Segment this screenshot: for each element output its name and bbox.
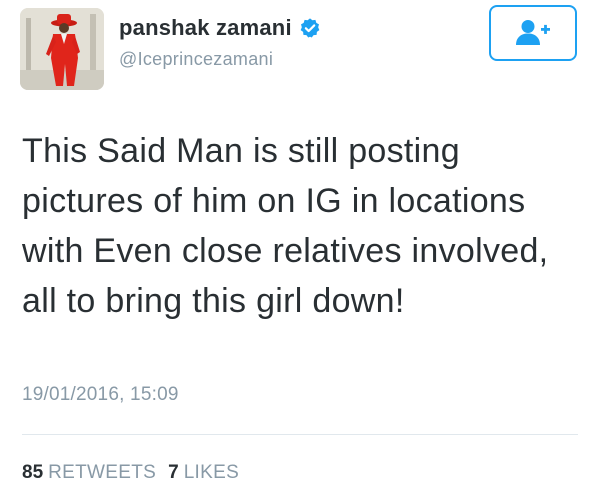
likes-count: 7 bbox=[168, 462, 179, 483]
likes-stat[interactable]: 7 LIKES bbox=[168, 462, 239, 484]
verified-badge-icon bbox=[299, 17, 321, 39]
retweets-label: RETWEETS bbox=[48, 462, 157, 483]
tweet-stats: 85 RETWEETS 7 LIKES bbox=[22, 462, 239, 484]
person-in-red-suit-avatar-icon bbox=[20, 8, 104, 90]
author-info: panshak zamani @Iceprincezamani bbox=[119, 14, 321, 70]
retweets-stat[interactable]: 85 RETWEETS bbox=[22, 462, 156, 484]
tweet-card: panshak zamani @Iceprincezamani This Sai… bbox=[0, 0, 600, 504]
follow-button[interactable] bbox=[489, 5, 577, 61]
tweet-timestamp[interactable]: 19/01/2016, 15:09 bbox=[22, 384, 179, 406]
likes-label: LIKES bbox=[183, 462, 240, 483]
display-name-row: panshak zamani bbox=[119, 14, 321, 42]
user-handle[interactable]: @Iceprincezamani bbox=[119, 49, 321, 70]
divider bbox=[22, 434, 578, 435]
tweet-text: This Said Man is still posting pictures … bbox=[22, 132, 549, 320]
add-user-icon bbox=[516, 20, 550, 45]
retweets-count: 85 bbox=[22, 462, 44, 483]
display-name[interactable]: panshak zamani bbox=[119, 15, 292, 41]
avatar[interactable] bbox=[20, 8, 104, 90]
